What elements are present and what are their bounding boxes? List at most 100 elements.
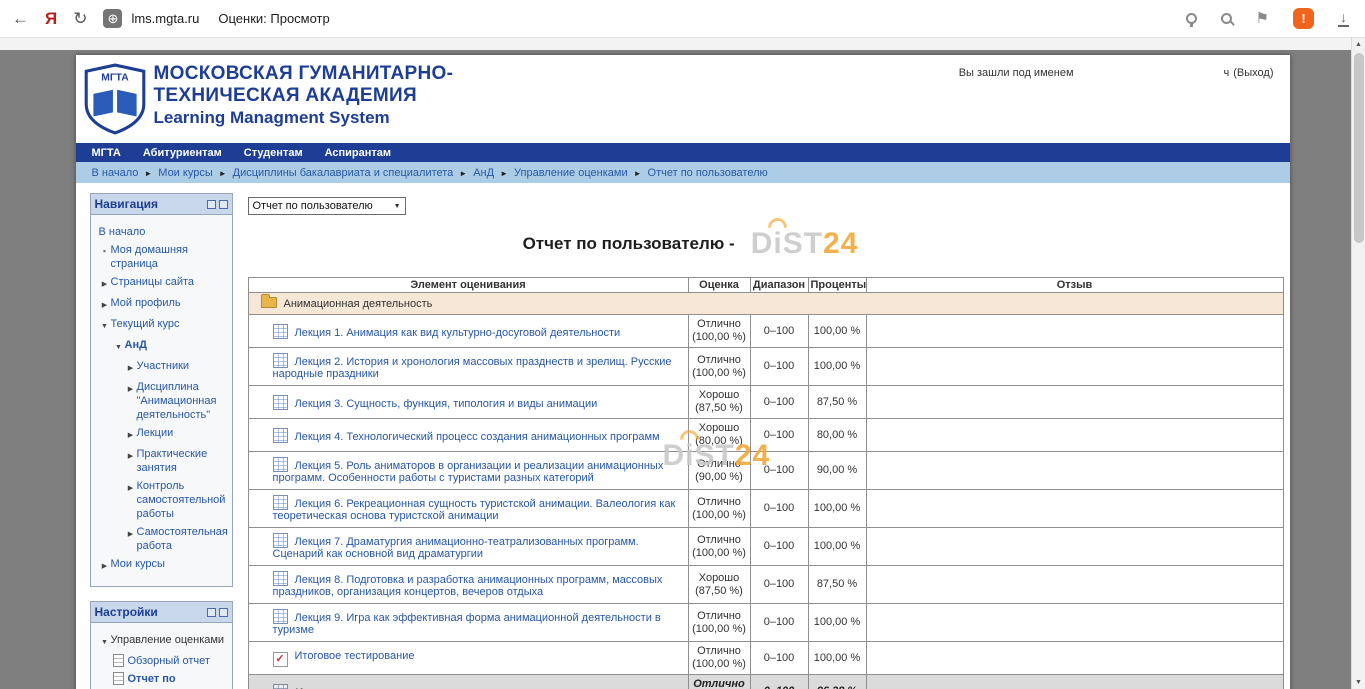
sidebar-link[interactable]: Участники xyxy=(137,359,190,373)
expand-icon[interactable]: ▶ xyxy=(125,359,137,376)
move-block-icon[interactable] xyxy=(207,200,216,209)
back-button[interactable]: ← xyxy=(12,10,29,27)
grade-item-row: Лекция 5. Роль аниматоров в организации … xyxy=(248,452,1283,490)
breadcrumb-link[interactable]: АнД xyxy=(473,167,494,179)
sidebar-item[interactable]: ▼Управление оценками xyxy=(94,633,229,650)
sidebar-link[interactable]: Самостоятельная работа xyxy=(137,525,229,553)
search-icon[interactable] xyxy=(1221,13,1232,24)
navbar-item[interactable]: Аспирантам xyxy=(325,147,391,159)
sidebar-link[interactable]: Отчет по пользователю xyxy=(128,672,229,689)
scrollbar-thumb[interactable] xyxy=(1354,53,1364,243)
dock-block-icon[interactable] xyxy=(219,200,228,209)
breadcrumb-link[interactable]: Дисциплины бакалавриата и специалитета xyxy=(233,167,454,179)
sidebar-link[interactable]: Мой профиль xyxy=(111,296,181,310)
sidebar-link[interactable]: Контроль самостоятельной работы xyxy=(137,479,229,521)
reload-button[interactable]: ↻ xyxy=(73,10,87,27)
sidebar-link[interactable]: Лекции xyxy=(137,426,174,440)
sidebar-item[interactable]: ▶Мои курсы xyxy=(94,557,229,574)
navbar-item[interactable]: Студентам xyxy=(244,147,303,159)
expand-icon[interactable]: ▶ xyxy=(125,426,137,443)
expand-icon[interactable]: ▶ xyxy=(99,275,111,292)
item-name-cell: Итоговая оценка за курс xyxy=(248,675,688,689)
logout-link[interactable]: (Выход) xyxy=(1233,67,1273,79)
notification-badge-icon[interactable]: ! xyxy=(1293,8,1314,29)
watermark-orange-part: 24 xyxy=(823,227,858,260)
feedback-cell xyxy=(866,566,1283,604)
grade-item-link[interactable]: Лекция 3. Сущность, функция, типология и… xyxy=(295,398,598,410)
dock-block-icon[interactable] xyxy=(219,608,228,617)
grade-item-link[interactable]: Лекция 6. Рекреационная сущность туристс… xyxy=(273,498,676,522)
sidebar-item[interactable]: В начало xyxy=(94,225,229,239)
grade-item-link[interactable]: Лекция 8. Подготовка и разработка анимац… xyxy=(273,574,663,598)
scroll-up-arrow[interactable]: ▲ xyxy=(1352,38,1365,51)
collapse-icon[interactable]: ▼ xyxy=(99,633,111,650)
expand-icon[interactable]: ▶ xyxy=(125,525,137,542)
navbar-item[interactable]: МГТА xyxy=(92,147,121,159)
sidebar-link[interactable]: АнД xyxy=(125,338,147,352)
grade-item-link[interactable]: Лекция 2. История и хронология массовых … xyxy=(273,356,672,380)
move-block-icon[interactable] xyxy=(207,608,216,617)
bookmark-flag-icon[interactable]: ⚑ xyxy=(1256,11,1269,26)
lesson-icon xyxy=(273,324,288,339)
sidebar-item[interactable]: ▶Дисциплина "Анимационная деятельность" xyxy=(94,380,229,422)
grade-item-link[interactable]: Итоговое тестирование xyxy=(295,650,415,662)
expand-icon[interactable]: ▶ xyxy=(99,296,111,313)
lesson-icon xyxy=(273,571,288,586)
scroll-down-arrow[interactable]: ▼ xyxy=(1352,676,1365,689)
lightbulb-icon[interactable] xyxy=(1186,13,1197,24)
url-text[interactable]: lms.mgta.ru xyxy=(131,11,199,26)
sidebar-item[interactable]: ▶Страницы сайта xyxy=(94,275,229,292)
sidebar-link[interactable]: Обзорный отчет xyxy=(128,654,210,668)
report-type-select[interactable]: Отчет по пользователю ▼ xyxy=(248,197,406,215)
sidebar-item[interactable]: ▶Лекции xyxy=(94,426,229,443)
grade-item-link[interactable]: Лекция 4. Технологический процесс создан… xyxy=(295,431,660,443)
breadcrumb-separator-icon: ► xyxy=(219,168,227,178)
breadcrumb-link[interactable]: В начало xyxy=(92,167,139,179)
sidebar-link[interactable]: В начало xyxy=(99,225,146,239)
site-subtitle: Learning Managment System xyxy=(154,107,454,129)
sidebar-item[interactable]: ▪Моя домашняя страница xyxy=(94,243,229,271)
sidebar-item[interactable]: ▶Самостоятельная работа xyxy=(94,525,229,553)
sidebar-item[interactable]: Обзорный отчет xyxy=(94,654,229,668)
grade-item-row: Лекция 8. Подготовка и разработка анимац… xyxy=(248,566,1283,604)
grade-item-link[interactable]: Лекция 5. Роль аниматоров в организации … xyxy=(273,460,664,484)
sidebar-item[interactable]: ▼АнД xyxy=(94,338,229,355)
grade-item-link[interactable]: Лекция 7. Драматургия анимационно-театра… xyxy=(273,536,639,560)
expand-icon[interactable]: ▶ xyxy=(99,557,111,574)
range-value: 0–100 xyxy=(750,348,808,386)
sidebar-item[interactable]: ▶Мой профиль xyxy=(94,296,229,313)
sidebar-link[interactable]: Дисциплина "Анимационная деятельность" xyxy=(137,380,229,422)
address-bar[interactable]: ⊕ lms.mgta.ru Оценки: Просмотр xyxy=(103,9,1169,28)
grade-cell: Отлично(100,00 %) xyxy=(688,528,750,566)
grade-item-row: Лекция 4. Технологический процесс создан… xyxy=(248,419,1283,452)
scrollbar[interactable]: ▲ ▼ xyxy=(1351,38,1365,689)
sidebar-link[interactable]: Моя домашняя страница xyxy=(111,243,229,271)
expand-icon[interactable]: ▶ xyxy=(125,380,137,397)
breadcrumb-link[interactable]: Управление оценками xyxy=(514,167,628,179)
sidebar-item[interactable]: ▶Практические занятия xyxy=(94,447,229,475)
navbar-item[interactable]: Абитуриентам xyxy=(143,147,222,159)
collapse-icon[interactable]: ▼ xyxy=(99,317,111,334)
grade-item-link[interactable]: Лекция 9. Игра как эффективная форма ани… xyxy=(273,612,661,636)
download-icon[interactable]: ↓ xyxy=(1338,10,1349,27)
sidebar-item[interactable]: ▶Контроль самостоятельной работы xyxy=(94,479,229,521)
yandex-logo-icon[interactable]: Я xyxy=(45,9,57,29)
grade-item-link[interactable]: Лекция 1. Анимация как вид культурно-дос… xyxy=(295,327,621,339)
main-navbar: МГТА Абитуриентам Студентам Аспирантам xyxy=(76,143,1290,162)
grade-value: Хорошо xyxy=(691,572,748,585)
sidebar-item[interactable]: Отчет по пользователю xyxy=(94,672,229,689)
sidebar-link[interactable]: Практические занятия xyxy=(137,447,229,475)
expand-icon[interactable]: ▶ xyxy=(125,447,137,464)
navigation-block-header: Навигация xyxy=(91,194,232,215)
sidebar-link[interactable]: Управление оценками xyxy=(111,633,225,647)
sidebar-item[interactable]: ▼Текущий курс xyxy=(94,317,229,334)
sidebar-link[interactable]: Страницы сайта xyxy=(111,275,195,289)
sidebar-item[interactable]: ▶Участники xyxy=(94,359,229,376)
collapse-icon[interactable]: ▼ xyxy=(113,338,125,355)
expand-icon[interactable]: ▶ xyxy=(125,479,137,496)
sidebar-link[interactable]: Мои курсы xyxy=(111,557,165,571)
breadcrumb-link[interactable]: Мои курсы xyxy=(158,167,212,179)
breadcrumb-link[interactable]: Отчет по пользователю xyxy=(648,167,768,179)
lesson-icon xyxy=(273,395,288,410)
sidebar-link[interactable]: Текущий курс xyxy=(111,317,180,331)
